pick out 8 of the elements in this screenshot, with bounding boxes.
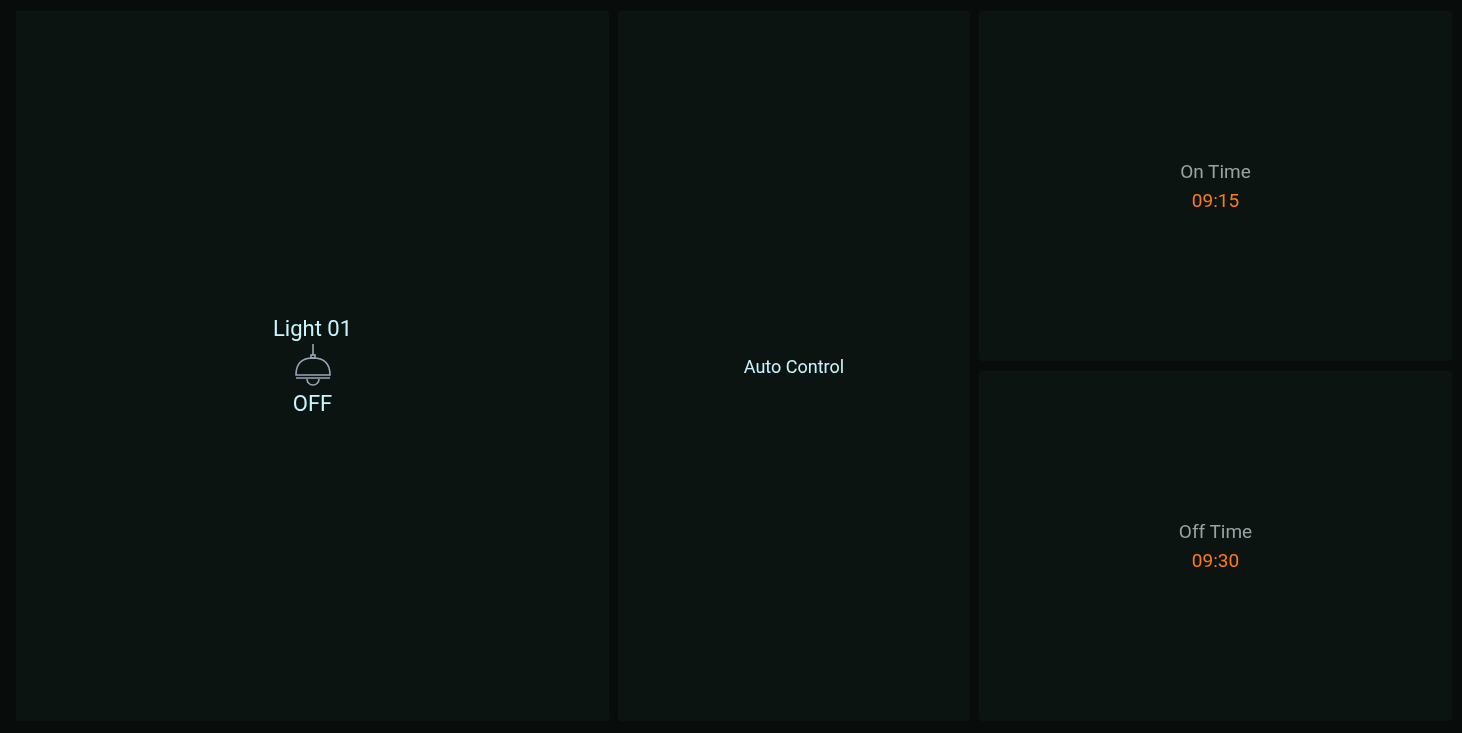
auto-control-button[interactable]: Auto Control bbox=[741, 353, 847, 379]
lamp-icon[interactable] bbox=[293, 343, 332, 389]
schedule-label: Off Time bbox=[1178, 520, 1253, 543]
schedule-label: On Time bbox=[1180, 160, 1251, 183]
schedule-time[interactable]: 09:15 bbox=[1191, 189, 1240, 212]
light-status: OFF bbox=[292, 391, 333, 416]
light-name: Light 01 bbox=[272, 316, 353, 341]
schedule-time[interactable]: 09:30 bbox=[1191, 549, 1240, 572]
